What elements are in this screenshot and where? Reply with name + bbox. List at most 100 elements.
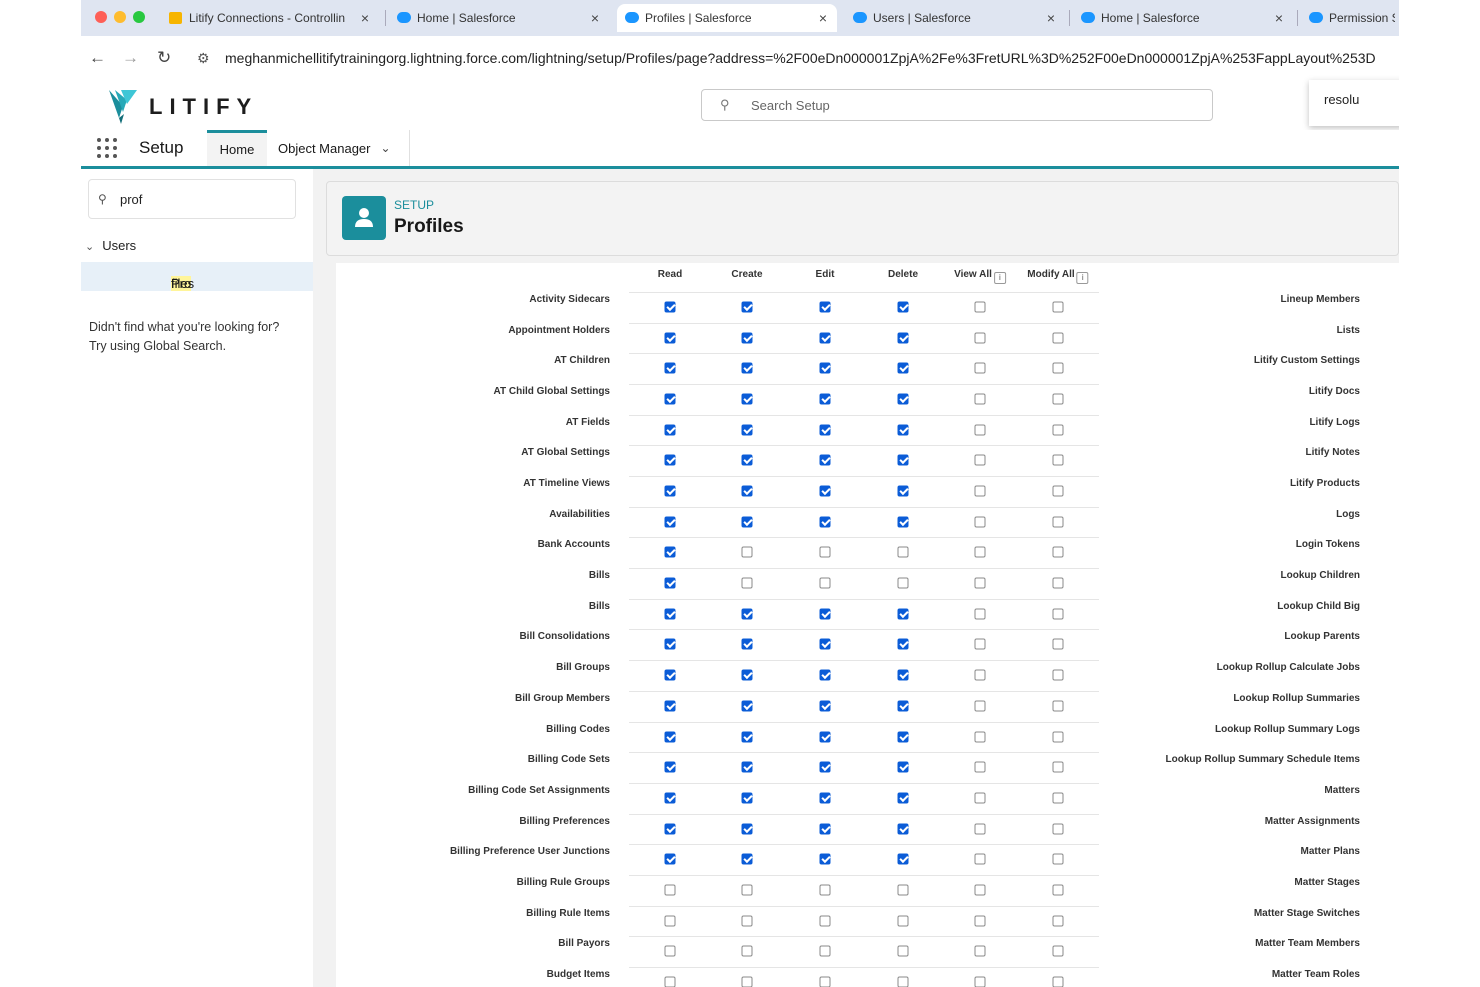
- permission-checkbox[interactable]: [741, 915, 753, 927]
- browser-tab[interactable]: Profiles | Salesforce ×: [617, 4, 837, 32]
- permission-checkbox[interactable]: [664, 792, 676, 804]
- close-icon[interactable]: ×: [819, 10, 827, 26]
- permission-checkbox[interactable]: [741, 669, 753, 681]
- permission-checkbox[interactable]: [1052, 669, 1064, 681]
- permission-checkbox[interactable]: [741, 945, 753, 957]
- permission-checkbox[interactable]: [819, 669, 831, 681]
- permission-checkbox[interactable]: [974, 638, 986, 650]
- permission-checkbox[interactable]: [974, 332, 986, 344]
- permission-checkbox[interactable]: [819, 332, 831, 344]
- tab-object-manager[interactable]: Object Manager ⌄: [267, 130, 410, 166]
- permission-checkbox[interactable]: [664, 915, 676, 927]
- permission-checkbox[interactable]: [974, 669, 986, 681]
- info-icon[interactable]: i: [1076, 272, 1089, 284]
- maximize-window-button[interactable]: [133, 11, 145, 23]
- chevron-down-icon[interactable]: ⌄: [381, 141, 391, 155]
- permission-checkbox[interactable]: [664, 424, 676, 436]
- back-arrow-icon[interactable]: ←: [89, 48, 106, 68]
- permission-checkbox[interactable]: [1052, 424, 1064, 436]
- permission-checkbox[interactable]: [741, 424, 753, 436]
- permission-checkbox[interactable]: [1052, 454, 1064, 466]
- permission-checkbox[interactable]: [974, 301, 986, 313]
- permission-checkbox[interactable]: [1052, 853, 1064, 865]
- permission-checkbox[interactable]: [664, 731, 676, 743]
- permission-checkbox[interactable]: [897, 516, 909, 528]
- permission-checkbox[interactable]: [819, 823, 831, 835]
- permission-checkbox[interactable]: [897, 332, 909, 344]
- permission-checkbox[interactable]: [819, 577, 831, 589]
- quick-find-input[interactable]: ⚲ prof: [88, 179, 296, 219]
- permission-checkbox[interactable]: [897, 853, 909, 865]
- permission-checkbox[interactable]: [664, 853, 676, 865]
- permission-checkbox[interactable]: [897, 669, 909, 681]
- permission-checkbox[interactable]: [897, 700, 909, 712]
- permission-checkbox[interactable]: [664, 638, 676, 650]
- browser-tab[interactable]: Users | Salesforce ×: [845, 4, 1065, 32]
- permission-checkbox[interactable]: [664, 976, 676, 987]
- permission-checkbox[interactable]: [1052, 823, 1064, 835]
- permission-checkbox[interactable]: [974, 485, 986, 497]
- permission-checkbox[interactable]: [664, 393, 676, 405]
- permission-checkbox[interactable]: [897, 393, 909, 405]
- browser-tab[interactable]: Permission S: [1301, 4, 1399, 32]
- permission-checkbox[interactable]: [974, 608, 986, 620]
- url-field[interactable]: meghanmichellitifytrainingorg.lightning.…: [225, 50, 1376, 66]
- permission-checkbox[interactable]: [741, 761, 753, 773]
- permission-checkbox[interactable]: [741, 393, 753, 405]
- permission-checkbox[interactable]: [741, 301, 753, 313]
- permission-checkbox[interactable]: [819, 976, 831, 987]
- permission-checkbox[interactable]: [897, 301, 909, 313]
- permission-checkbox[interactable]: [741, 332, 753, 344]
- permission-checkbox[interactable]: [974, 454, 986, 466]
- permission-checkbox[interactable]: [1052, 792, 1064, 804]
- permission-checkbox[interactable]: [664, 669, 676, 681]
- close-icon[interactable]: ×: [1275, 10, 1283, 26]
- permission-checkbox[interactable]: [974, 362, 986, 374]
- permission-checkbox[interactable]: [741, 731, 753, 743]
- permission-checkbox[interactable]: [819, 792, 831, 804]
- permission-checkbox[interactable]: [664, 301, 676, 313]
- permission-checkbox[interactable]: [1052, 976, 1064, 987]
- app-launcher-icon[interactable]: [97, 138, 117, 158]
- permission-checkbox[interactable]: [819, 516, 831, 528]
- browser-tab[interactable]: Home | Salesforce ×: [389, 4, 609, 32]
- permission-checkbox[interactable]: [974, 853, 986, 865]
- permission-checkbox[interactable]: [664, 546, 676, 558]
- tree-section-users[interactable]: ⌄ Users: [85, 238, 136, 253]
- permission-checkbox[interactable]: [664, 823, 676, 835]
- permission-checkbox[interactable]: [819, 301, 831, 313]
- permission-checkbox[interactable]: [1052, 884, 1064, 896]
- permission-checkbox[interactable]: [741, 792, 753, 804]
- permission-checkbox[interactable]: [974, 823, 986, 835]
- permission-checkbox[interactable]: [897, 485, 909, 497]
- permission-checkbox[interactable]: [897, 761, 909, 773]
- permission-checkbox[interactable]: [897, 608, 909, 620]
- permission-checkbox[interactable]: [819, 454, 831, 466]
- browser-tab[interactable]: Home | Salesforce ×: [1073, 4, 1293, 32]
- permission-checkbox[interactable]: [1052, 546, 1064, 558]
- reload-icon[interactable]: ↻: [157, 48, 171, 68]
- permission-checkbox[interactable]: [664, 700, 676, 712]
- permission-checkbox[interactable]: [974, 945, 986, 957]
- permission-checkbox[interactable]: [897, 362, 909, 374]
- permission-checkbox[interactable]: [819, 884, 831, 896]
- permission-checkbox[interactable]: [1052, 945, 1064, 957]
- permission-checkbox[interactable]: [741, 700, 753, 712]
- permission-checkbox[interactable]: [1052, 608, 1064, 620]
- permission-checkbox[interactable]: [897, 731, 909, 743]
- permission-checkbox[interactable]: [897, 792, 909, 804]
- close-icon[interactable]: ×: [361, 10, 369, 26]
- permission-checkbox[interactable]: [741, 884, 753, 896]
- permission-checkbox[interactable]: [819, 485, 831, 497]
- site-settings-icon[interactable]: ⚙: [197, 50, 210, 67]
- permission-checkbox[interactable]: [819, 638, 831, 650]
- permission-checkbox[interactable]: [819, 761, 831, 773]
- permission-checkbox[interactable]: [974, 976, 986, 987]
- permission-checkbox[interactable]: [664, 362, 676, 374]
- permission-checkbox[interactable]: [819, 393, 831, 405]
- browser-tab[interactable]: Litify Connections - Controllin ×: [161, 4, 379, 32]
- permission-checkbox[interactable]: [1052, 362, 1064, 374]
- permission-checkbox[interactable]: [741, 485, 753, 497]
- permission-checkbox[interactable]: [1052, 915, 1064, 927]
- permission-checkbox[interactable]: [1052, 638, 1064, 650]
